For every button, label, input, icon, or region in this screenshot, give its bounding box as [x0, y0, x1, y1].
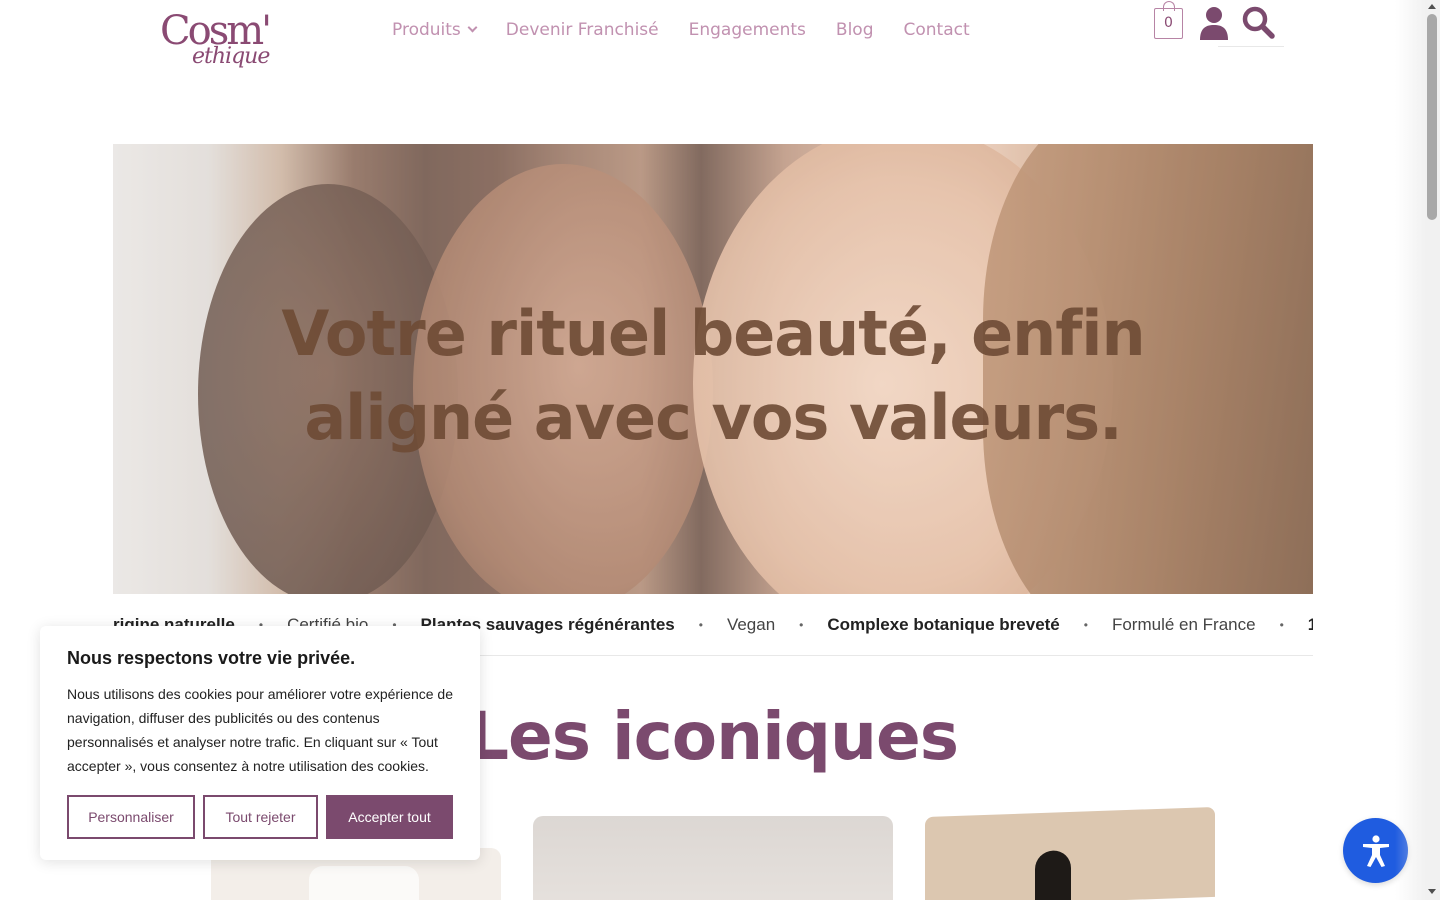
- nav-blog-label: Blog: [835, 20, 874, 40]
- nav-contact-label: Contact: [903, 20, 970, 40]
- hero-title-line2: aligné avec vos valeurs.: [304, 381, 1122, 454]
- scroll-down-arrow-icon[interactable]: [1428, 889, 1436, 894]
- hero-title: Votre rituel beauté, enfin aligné avec v…: [113, 292, 1313, 460]
- product-card[interactable]: [533, 816, 893, 900]
- chevron-down-icon: [467, 22, 478, 33]
- product-image: [309, 866, 419, 900]
- marquee-item: 10: [1307, 614, 1313, 634]
- hero-banner: Votre rituel beauté, enfin aligné avec v…: [113, 144, 1313, 594]
- user-icon[interactable]: [1199, 6, 1229, 40]
- marquee-separator: •: [1083, 617, 1088, 632]
- search-icon[interactable]: [1241, 5, 1275, 39]
- scroll-thumb[interactable]: [1427, 14, 1437, 220]
- scroll-up-arrow-icon[interactable]: [1428, 4, 1436, 9]
- marquee-separator: •: [799, 617, 804, 632]
- product-image: [1035, 849, 1071, 900]
- nav-produits-label: Produits: [392, 20, 461, 40]
- cookie-text: Nous utilisons des cookies pour améliore…: [67, 686, 453, 774]
- hero-title-line1: Votre rituel beauté, enfin: [281, 297, 1145, 370]
- page-edge-shade: [1395, 0, 1425, 900]
- header-divider: [1218, 46, 1284, 47]
- cookie-title: Nous respectons votre vie privée.: [67, 648, 356, 668]
- cookie-banner: Nous respectons votre vie privée. Nous u…: [40, 626, 480, 860]
- customize-button[interactable]: Personnaliser: [67, 795, 195, 839]
- nav-contact[interactable]: Contact: [904, 20, 970, 40]
- site-logo[interactable]: Cosm' ethique: [160, 8, 280, 72]
- cart-icon[interactable]: 0: [1154, 1, 1183, 39]
- nav-produits[interactable]: Produits: [392, 20, 478, 40]
- logo-sub: ethique: [192, 44, 270, 69]
- nav-blog[interactable]: Blog: [836, 20, 874, 40]
- nav-devenir-franchise[interactable]: Devenir Franchisé: [506, 20, 659, 40]
- reject-all-button[interactable]: Tout rejeter: [203, 795, 318, 839]
- site-header: Cosm' ethique Produits Devenir Franchisé…: [0, 0, 1425, 80]
- main-nav: Produits Devenir Franchisé Engagements B…: [392, 20, 970, 40]
- marquee-separator: •: [698, 617, 703, 632]
- marquee-item: Vegan: [726, 614, 776, 634]
- cart-count: 0: [1164, 15, 1173, 31]
- marquee-separator: •: [1279, 617, 1284, 632]
- product-card[interactable]: [925, 806, 1215, 900]
- accept-all-button[interactable]: Accepter tout: [326, 795, 453, 839]
- vertical-scrollbar[interactable]: [1425, 0, 1440, 900]
- marquee-item: Complexe botanique breveté: [827, 614, 1060, 634]
- nav-engagements[interactable]: Engagements: [689, 20, 806, 40]
- nav-engagements-label: Engagements: [688, 20, 806, 40]
- nav-devenir-franchise-label: Devenir Franchisé: [505, 20, 659, 40]
- marquee-item: Formulé en France: [1111, 614, 1256, 634]
- accessibility-icon: [1363, 835, 1389, 867]
